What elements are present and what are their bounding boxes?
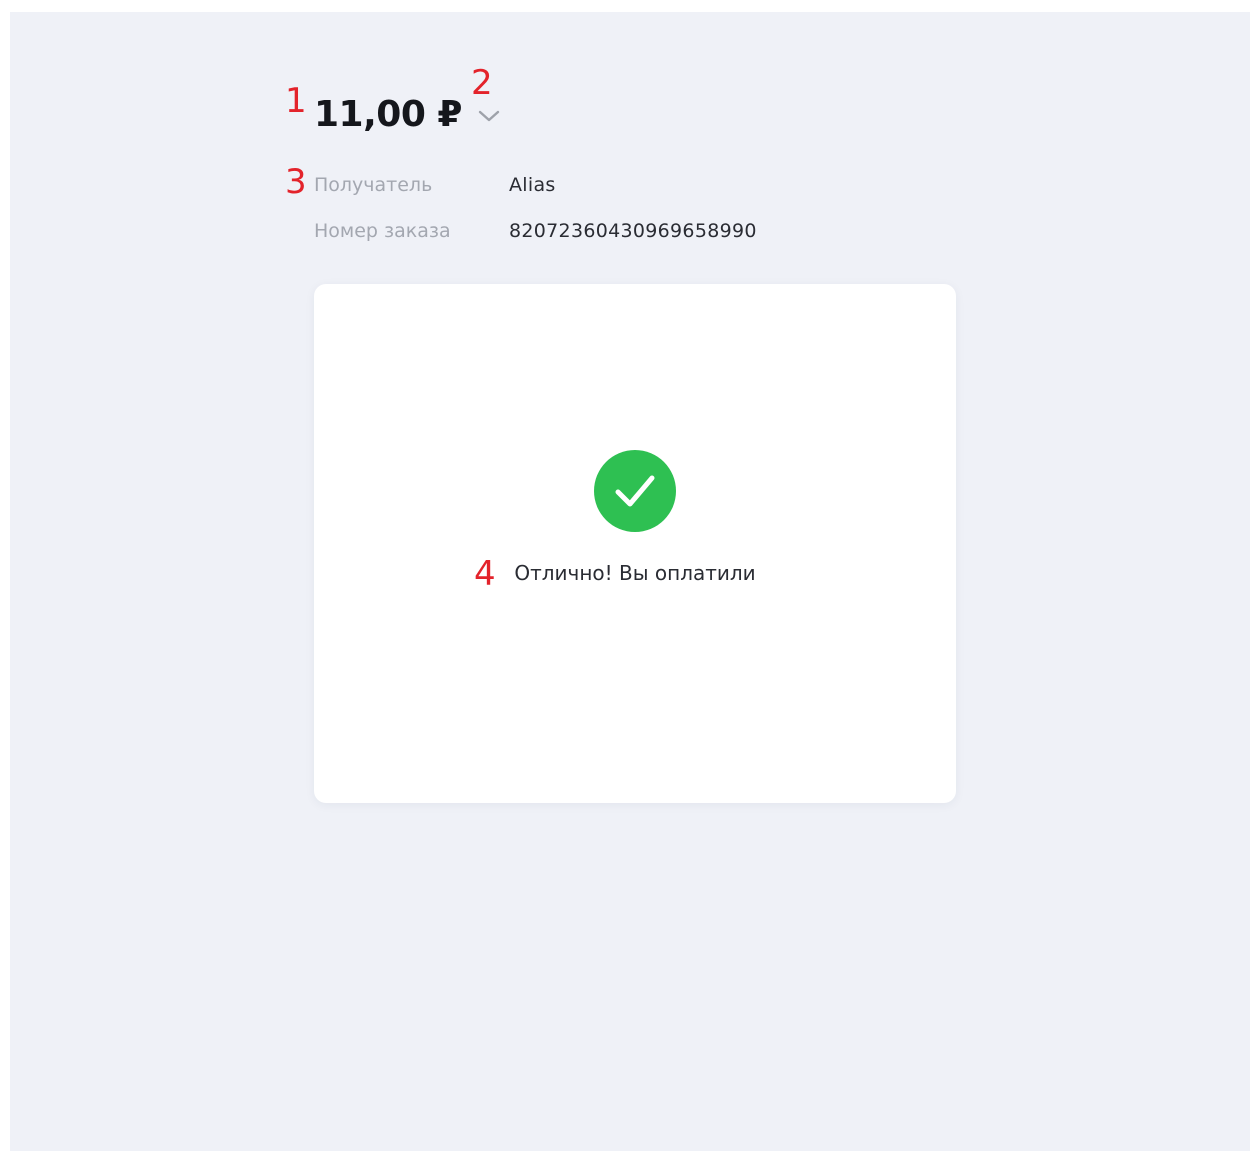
annotation-marker-2: 2	[471, 63, 493, 103]
annotation-marker-4: 4	[474, 554, 496, 594]
payment-page: 11,00 ₽ Получатель Alias Номер заказа 82…	[10, 12, 1250, 1151]
checkmark-icon	[594, 450, 676, 532]
order-number-label: Номер заказа	[314, 220, 451, 242]
annotation-marker-3: 3	[285, 162, 307, 202]
annotation-marker-1: 1	[285, 81, 307, 121]
order-number-value: 82072360430969658990	[509, 220, 757, 242]
chevron-down-icon[interactable]	[476, 106, 502, 126]
payment-success-message: Отлично! Вы оплатили	[514, 561, 756, 585]
payment-amount: 11,00 ₽	[314, 93, 462, 135]
recipient-value: Alias	[509, 174, 556, 196]
payment-status-card: Отлично! Вы оплатили	[314, 284, 956, 803]
recipient-label: Получатель	[314, 174, 433, 196]
